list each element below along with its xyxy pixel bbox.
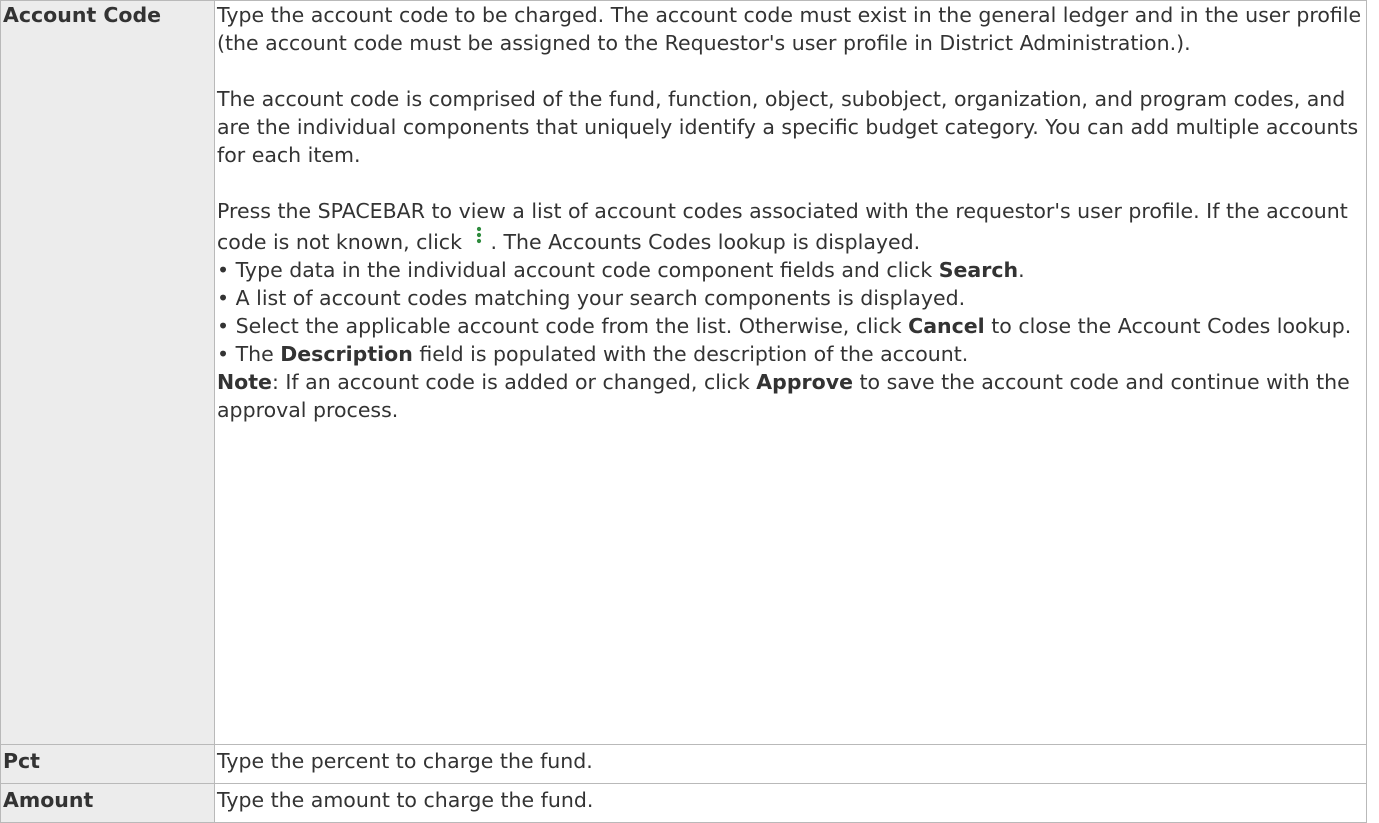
lookup-instructions: Press the SPACEBAR to view a list of acc…: [217, 197, 1366, 256]
note-text: Note: If an account code is added or cha…: [217, 370, 1350, 422]
table-row-account-code: Account Code Type the account code to be…: [0, 0, 1367, 745]
bullet-item: • Select the applicable account code fro…: [217, 314, 1352, 338]
field-description-amount: Type the amount to charge the fund.: [214, 783, 1367, 823]
field-description-table: Account Code Type the account code to be…: [0, 0, 1367, 823]
field-label-account-code: Account Code: [0, 0, 215, 745]
kebab-vertical-icon: [468, 225, 490, 247]
description-paragraph: The account code is comprised of the fun…: [217, 87, 1359, 167]
bullet-item: • A list of account codes matching your …: [217, 286, 966, 310]
lookup-text-after-icon: . The Accounts Codes lookup is displayed…: [490, 230, 921, 254]
field-description-pct: Type the percent to charge the fund.: [214, 744, 1367, 784]
field-label-pct: Pct: [0, 744, 215, 784]
table-row-amount: Amount Type the amount to charge the fun…: [0, 783, 1367, 823]
bullet-item: • Type data in the individual account co…: [217, 258, 1025, 282]
bullet-item: • The Description field is populated wit…: [217, 342, 969, 366]
field-description-account-code: Type the account code to be charged. The…: [214, 0, 1367, 745]
field-label-amount: Amount: [0, 783, 215, 823]
table-row-pct: Pct Type the percent to charge the fund.: [0, 744, 1367, 784]
description-paragraph: Type the account code to be charged. The…: [217, 3, 1362, 55]
